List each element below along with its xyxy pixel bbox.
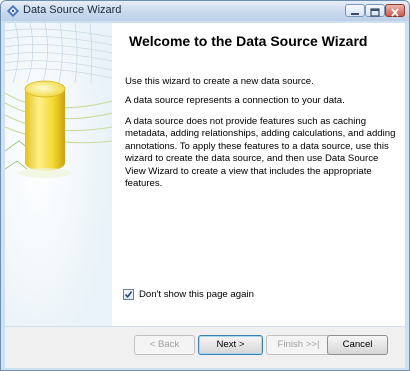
side-art-panel xyxy=(5,23,112,326)
wizard-page: Welcome to the Data Source Wizard Use th… xyxy=(5,23,405,326)
features-paragraph: A data source does not provide features … xyxy=(125,116,396,190)
intro-paragraph: Use this wizard to create a new data sou… xyxy=(125,76,314,87)
title-bar[interactable]: Data Source Wizard xyxy=(1,1,409,21)
definition-paragraph: A data source represents a connection to… xyxy=(125,95,345,106)
finish-button[interactable]: Finish >>| xyxy=(266,335,331,355)
checkmark-icon xyxy=(124,291,133,298)
window-title: Data Source Wizard xyxy=(23,4,122,16)
back-button[interactable]: < Back xyxy=(134,335,195,355)
dont-show-again-checkbox[interactable] xyxy=(123,289,134,300)
dont-show-again-label[interactable]: Don't show this page again xyxy=(139,289,254,301)
button-bar: < Back Next > Finish >>| Cancel xyxy=(5,327,405,368)
close-icon xyxy=(391,8,399,17)
cancel-button[interactable]: Cancel xyxy=(327,335,388,355)
maximize-icon xyxy=(370,8,380,17)
wizard-window: Data Source Wizard Welcome to the Data S… xyxy=(0,0,410,371)
database-cylinder-icon xyxy=(5,23,112,326)
minimize-icon xyxy=(351,13,359,15)
maximize-button[interactable] xyxy=(365,4,385,17)
minimize-button[interactable] xyxy=(345,4,365,17)
page-heading: Welcome to the Data Source Wizard xyxy=(129,33,368,49)
next-button[interactable]: Next > xyxy=(198,335,263,355)
close-button[interactable] xyxy=(385,4,405,17)
wizard-app-icon xyxy=(7,5,19,17)
